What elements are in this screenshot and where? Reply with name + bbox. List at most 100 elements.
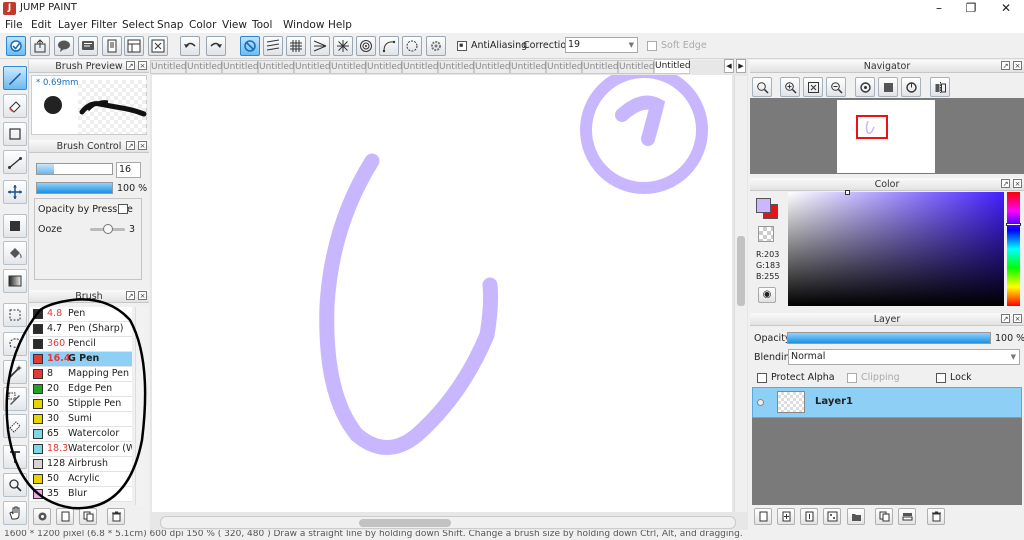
blending-select[interactable]: Normal ▼ bbox=[788, 349, 1020, 365]
rotate-right-icon[interactable] bbox=[901, 77, 921, 97]
snap-off-icon[interactable] bbox=[240, 36, 260, 56]
canvas-vertical-scrollbar[interactable] bbox=[734, 76, 747, 512]
snap-curve-icon[interactable] bbox=[379, 36, 399, 56]
redo-icon[interactable] bbox=[206, 36, 226, 56]
panels-icon[interactable] bbox=[148, 36, 168, 56]
snap-radial-icon[interactable] bbox=[333, 36, 353, 56]
hand-tool-icon[interactable] bbox=[3, 501, 27, 525]
brush-item[interactable]: 35 Blur bbox=[30, 487, 132, 502]
brush-item[interactable]: 18.3Watercolor (We bbox=[30, 442, 132, 457]
protect-alpha-checkbox[interactable] bbox=[757, 373, 767, 383]
menu-edit[interactable]: Edit bbox=[31, 19, 51, 31]
float-panel-icon[interactable]: ↗ bbox=[1001, 179, 1010, 188]
close-panel-icon[interactable]: × bbox=[1013, 61, 1022, 70]
navigator-thumbnail[interactable] bbox=[837, 100, 935, 173]
document-tab[interactable]: Untitled bbox=[258, 60, 295, 74]
brush-item[interactable]: 20 Edge Pen bbox=[30, 382, 132, 397]
comment-icon[interactable] bbox=[54, 36, 74, 56]
document-tab[interactable]: Untitled bbox=[510, 60, 547, 74]
menu-select[interactable]: Select bbox=[122, 19, 154, 31]
move-tool-icon[interactable] bbox=[3, 180, 27, 204]
menu-window[interactable]: Window bbox=[283, 19, 324, 31]
foreground-color-swatch[interactable] bbox=[756, 198, 771, 213]
snap-concentric-icon[interactable] bbox=[356, 36, 376, 56]
brush-item[interactable]: 65 Watercolor bbox=[30, 427, 132, 442]
brush-settings-icon[interactable] bbox=[33, 508, 51, 525]
menu-snap[interactable]: Snap bbox=[157, 19, 183, 31]
snap-settings-icon[interactable] bbox=[426, 36, 446, 56]
snap-grid-icon[interactable] bbox=[286, 36, 306, 56]
menu-help[interactable]: Help bbox=[328, 19, 352, 31]
layer-1bit-icon[interactable] bbox=[800, 508, 818, 525]
minimize-button[interactable]: – bbox=[922, 0, 956, 17]
snap-parallel-icon[interactable] bbox=[263, 36, 283, 56]
lasso-tool-icon[interactable] bbox=[3, 332, 27, 356]
fit-screen-icon[interactable] bbox=[803, 77, 823, 97]
document-tab[interactable]: Untitled bbox=[150, 60, 187, 74]
document-tab[interactable]: Untitled bbox=[546, 60, 583, 74]
document-tab[interactable]: Untitled bbox=[582, 60, 619, 74]
ooze-slider[interactable] bbox=[90, 224, 125, 234]
zoom-out-icon[interactable] bbox=[826, 77, 846, 97]
zoom-in-icon[interactable] bbox=[780, 77, 800, 97]
flip-horizontal-icon[interactable] bbox=[930, 77, 950, 97]
menu-color[interactable]: Color bbox=[189, 19, 216, 31]
visibility-icon[interactable] bbox=[757, 399, 764, 406]
close-panel-icon[interactable]: × bbox=[1013, 314, 1022, 323]
close-panel-icon[interactable]: × bbox=[138, 61, 147, 70]
undo-icon[interactable] bbox=[180, 36, 200, 56]
brush-opacity-slider[interactable] bbox=[36, 182, 113, 194]
opacity-by-pressure-checkbox[interactable] bbox=[118, 204, 128, 214]
copy-brush-icon[interactable] bbox=[79, 508, 97, 525]
new-layer-plus-icon[interactable] bbox=[777, 508, 795, 525]
document-tab[interactable]: Untitled bbox=[402, 60, 439, 74]
hue-slider-handle[interactable] bbox=[1006, 223, 1021, 226]
soft-edge-checkbox[interactable] bbox=[647, 41, 657, 51]
menu-layer[interactable]: Layer bbox=[58, 19, 87, 31]
horizontal-scroll-thumb[interactable] bbox=[359, 519, 451, 527]
tab-scroll-left-icon[interactable]: ◀ bbox=[724, 59, 734, 73]
clipping-checkbox[interactable] bbox=[847, 373, 857, 383]
snap-perspective-icon[interactable] bbox=[310, 36, 330, 56]
document-tab[interactable]: Untitled bbox=[438, 60, 475, 74]
menu-tool[interactable]: Tool bbox=[252, 19, 272, 31]
brush-item[interactable]: 30 Sumi bbox=[30, 412, 132, 427]
document-tab[interactable]: Untitled bbox=[474, 60, 511, 74]
maximize-button[interactable]: ❐ bbox=[954, 0, 988, 17]
layout-icon[interactable] bbox=[124, 36, 144, 56]
vertical-scroll-thumb[interactable] bbox=[737, 236, 745, 306]
menu-file[interactable]: File bbox=[5, 19, 23, 31]
brush-item[interactable]: 4.7 Pen (Sharp) bbox=[30, 322, 132, 337]
zoom-tool-icon[interactable] bbox=[3, 473, 27, 497]
menu-view[interactable]: View bbox=[222, 19, 247, 31]
menu-filter[interactable]: Filter bbox=[91, 19, 117, 31]
color-picker-cursor[interactable] bbox=[845, 190, 850, 195]
brush-list-scrollbar[interactable] bbox=[135, 307, 147, 505]
bucket-tool-icon[interactable] bbox=[3, 241, 27, 265]
saturation-value-picker[interactable] bbox=[788, 190, 1004, 306]
tab-scroll-right-icon[interactable]: ▶ bbox=[736, 59, 746, 73]
line-tool-icon[interactable] bbox=[3, 150, 27, 174]
close-panel-icon[interactable]: × bbox=[1013, 179, 1022, 188]
rectangle-tool-icon[interactable] bbox=[3, 122, 27, 146]
float-panel-icon[interactable]: ↗ bbox=[126, 141, 135, 150]
delete-layer-icon[interactable] bbox=[927, 508, 945, 525]
new-brush-icon[interactable] bbox=[56, 508, 74, 525]
reset-rotation-icon[interactable] bbox=[878, 77, 898, 97]
document-tab[interactable]: Untitled bbox=[222, 60, 259, 74]
layer-halftone-icon[interactable] bbox=[823, 508, 841, 525]
close-panel-icon[interactable]: × bbox=[138, 141, 147, 150]
float-panel-icon[interactable]: ↗ bbox=[1001, 314, 1010, 323]
magic-wand-tool-icon[interactable] bbox=[3, 360, 27, 384]
float-panel-icon[interactable]: ↗ bbox=[126, 291, 135, 300]
eraser-tool-icon[interactable] bbox=[3, 94, 27, 118]
document-tab[interactable]: Untitled bbox=[654, 59, 691, 74]
select-eraser-tool-icon[interactable] bbox=[3, 414, 27, 438]
page-icon[interactable] bbox=[102, 36, 122, 56]
brush-item[interactable]: 360 Pencil bbox=[30, 337, 132, 352]
text-tool-icon[interactable] bbox=[3, 445, 27, 469]
document-tab[interactable]: Untitled bbox=[186, 60, 223, 74]
close-button[interactable]: ✕ bbox=[989, 0, 1023, 17]
float-panel-icon[interactable]: ↗ bbox=[126, 61, 135, 70]
fill-rect-tool-icon[interactable] bbox=[3, 214, 27, 238]
